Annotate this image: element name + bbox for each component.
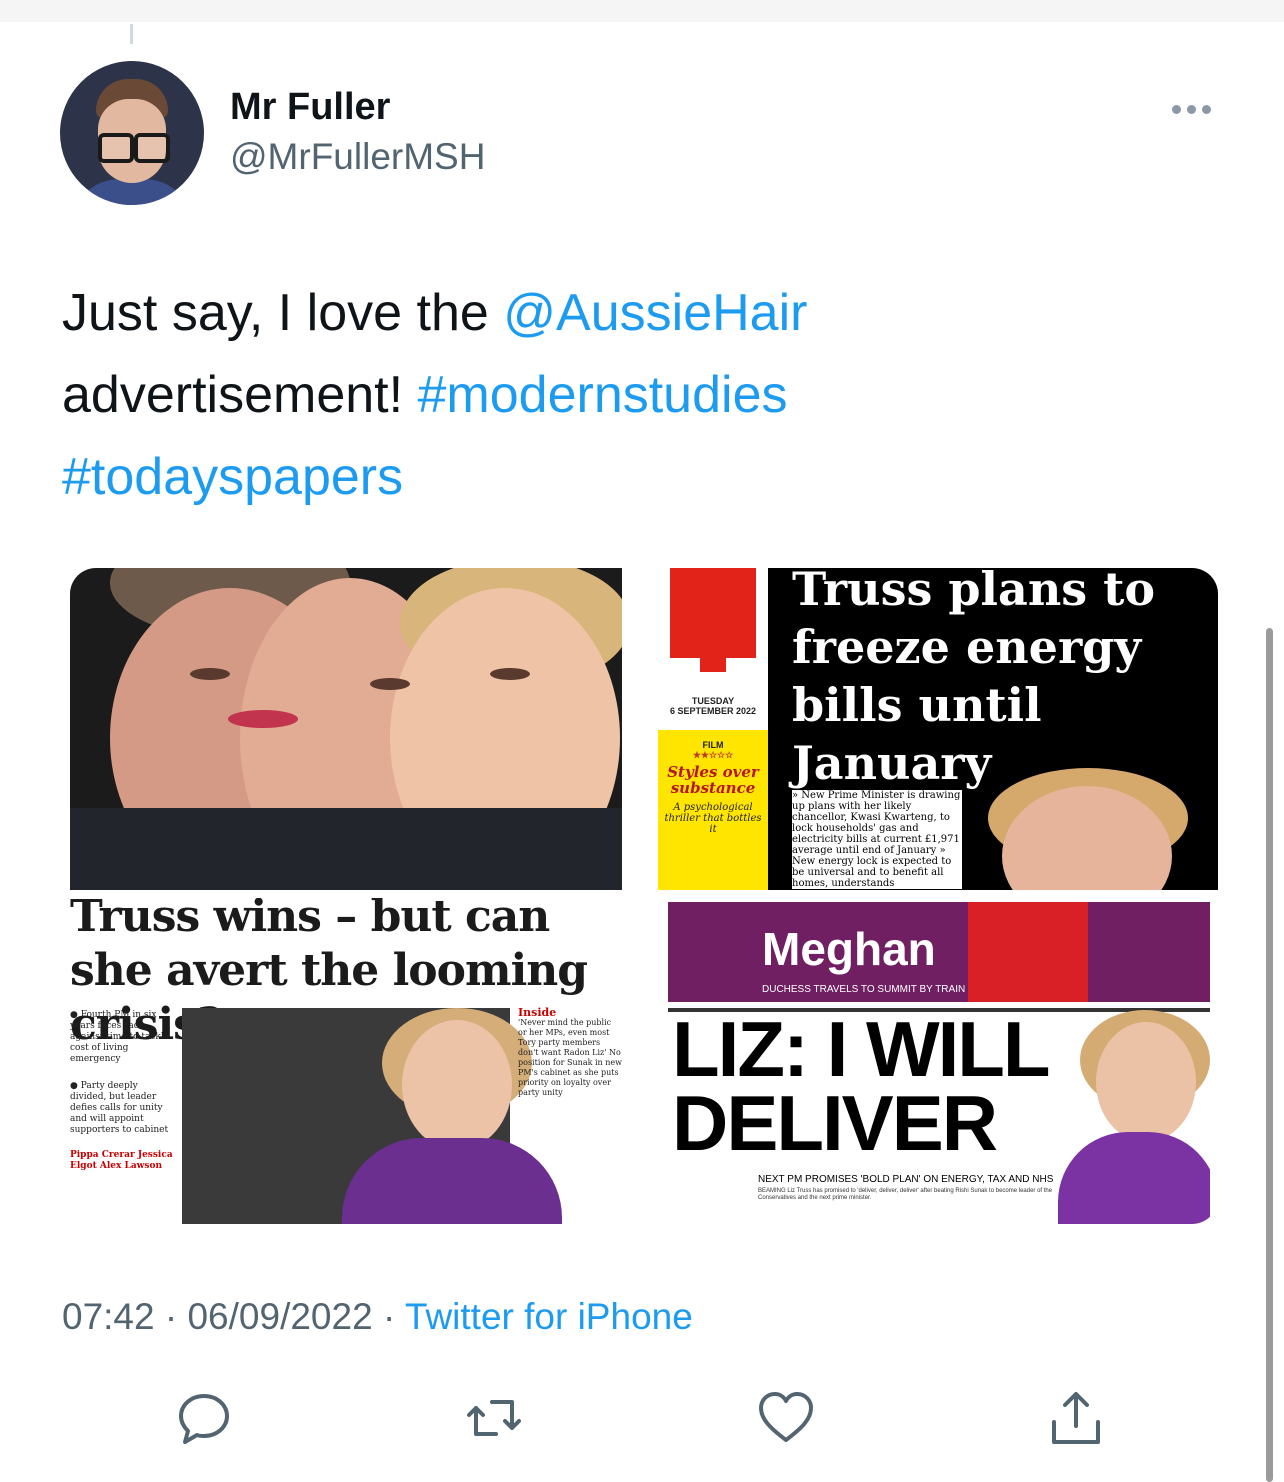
newspaper-body: BEAMING Liz Truss has promised to 'deliv… xyxy=(758,1188,1053,1201)
retweet-icon[interactable] xyxy=(464,1388,524,1448)
media-image-4[interactable]: Meghan DUCHESS TRAVELS TO SUMMIT BY TRAI… xyxy=(668,902,1210,1224)
more-options-icon[interactable] xyxy=(1172,94,1224,124)
share-icon[interactable] xyxy=(1046,1388,1106,1448)
newspaper-bullet: ● Fourth PM in six years faces race agai… xyxy=(70,1010,170,1064)
newspaper-headline: DELIVER xyxy=(672,1079,998,1167)
tweet-client-link[interactable]: Twitter for iPhone xyxy=(405,1296,693,1337)
newspaper-strap-sub: DUCHESS TRAVELS TO SUMMIT BY TRAIN xyxy=(762,984,966,995)
author-name[interactable]: Mr Fuller xyxy=(230,86,390,129)
scrollbar[interactable] xyxy=(1266,628,1273,1482)
film-label: FILM xyxy=(702,740,724,750)
meta-separator: · xyxy=(154,1296,188,1337)
star-rating: ★★☆☆☆ xyxy=(692,750,734,760)
avatar[interactable] xyxy=(60,61,204,205)
tweet-text-part: Just say, I love the xyxy=(62,284,504,342)
feature-subtitle: A psychological thriller that bottles it xyxy=(664,802,762,835)
tweet-text: Just say, I love the @AussieHair adverti… xyxy=(62,272,1222,518)
newspaper-subhead: NEXT PM PROMISES 'BOLD PLAN' ON ENERGY, … xyxy=(758,1174,1054,1185)
newspaper-headline: LIZ: I WILL xyxy=(672,1005,1051,1093)
newspaper-body: » New Prime Minister is drawing up plans… xyxy=(792,790,962,889)
mention-link[interactable]: @AussieHair xyxy=(503,284,807,342)
paper-date: TUESDAY xyxy=(691,696,735,706)
author-handle[interactable]: @MrFullerMSH xyxy=(230,136,485,178)
meta-separator: · xyxy=(372,1296,405,1337)
newspaper-strap: Meghan xyxy=(762,923,936,975)
tweet-text-part: advertisement! xyxy=(62,366,418,424)
newspaper-bullet: ● Party deeply divided, but leader defie… xyxy=(70,1081,169,1135)
media-grid: TUESDAY 6 SEPTEMBER 2022 FILM ★★☆☆☆ Styles… xyxy=(70,568,1218,1224)
media-image-3[interactable]: Truss wins – but can she avert the loomi… xyxy=(70,898,622,1224)
byline: Pippa Crerar Jessica Elgot Alex Lawson xyxy=(70,1150,173,1171)
hashtag-link[interactable]: #modernstudies xyxy=(418,366,788,424)
like-icon[interactable] xyxy=(756,1388,816,1448)
i-logo: TUESDAY 6 SEPTEMBER 2022 FILM ★★☆☆☆ Styles… xyxy=(658,568,768,890)
media-image-2[interactable]: TUESDAY 6 SEPTEMBER 2022 FILM ★★☆☆☆ Styles… xyxy=(658,568,1218,890)
tweet-time: 07:42 xyxy=(62,1296,155,1337)
paper-date: 6 SEPTEMBER 2022 xyxy=(669,706,757,716)
tweet-meta: 07:42 · 06/09/2022 · Twitter for iPhone xyxy=(62,1296,693,1338)
hashtag-link[interactable]: #todayspapers xyxy=(62,448,403,506)
newspaper-photo xyxy=(182,1008,562,1224)
newspaper-headline: Truss plans to freeze energy bills until… xyxy=(792,568,1156,790)
inside-label: Inside xyxy=(518,1006,557,1019)
action-bar xyxy=(0,1388,1284,1448)
tweet-date: 06/09/2022 xyxy=(187,1296,373,1337)
thread-line xyxy=(130,24,133,44)
media-image-1[interactable] xyxy=(70,568,622,890)
reply-icon[interactable] xyxy=(174,1388,234,1448)
feature-title: Styles over substance xyxy=(667,763,759,797)
top-bar xyxy=(0,0,1284,22)
inside-text: 'Never mind the public or her MPs, even … xyxy=(518,1018,622,1097)
